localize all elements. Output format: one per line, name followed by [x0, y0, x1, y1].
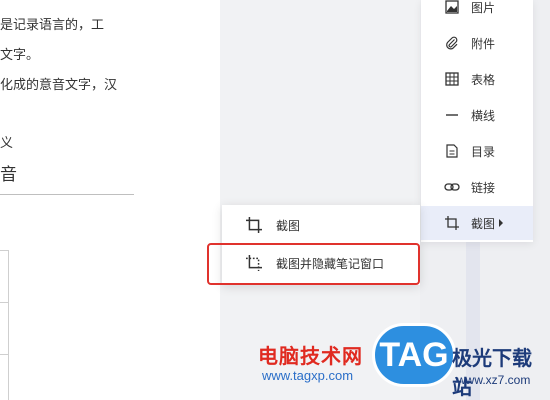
watermark-site-name: 极光下载站 — [452, 346, 532, 399]
menu-item-label: 附件 — [471, 36, 496, 51]
table-row-line — [0, 250, 8, 251]
table-row-line — [0, 302, 8, 303]
doc-text-line: 化成的意音文字，汉 — [0, 78, 118, 93]
crop-icon — [443, 214, 461, 232]
menu-item-table[interactable]: 表格 — [421, 62, 533, 96]
doc-text-line: 是记录语言的，工 — [0, 18, 105, 33]
submenu-item-screenshot[interactable]: 截图 — [222, 207, 420, 243]
menu-item-label: 目录 — [471, 144, 496, 159]
paperclip-icon — [443, 34, 461, 52]
menu-item-horizontal-line[interactable]: 横线 — [421, 98, 533, 132]
menu-item-image[interactable]: 图片 — [421, 0, 533, 24]
menu-item-link[interactable]: 链接 — [421, 170, 533, 204]
watermark-logo: TAG — [372, 323, 456, 387]
menu-item-label: 图片 — [471, 0, 496, 15]
highlight-annotation — [207, 243, 420, 285]
chevron-right-icon — [499, 219, 503, 227]
image-icon — [443, 0, 461, 16]
table-row-line — [0, 354, 8, 355]
table-icon — [443, 70, 461, 88]
doc-text-line: 义 — [0, 136, 14, 151]
watermark-title: 电脑技术网 — [258, 344, 363, 368]
doc-heading: 音 — [0, 165, 17, 185]
document-list-icon — [443, 142, 461, 160]
doc-divider — [0, 194, 134, 195]
menu-item-screenshot[interactable]: 截图 — [421, 206, 533, 240]
menu-item-label: 链接 — [471, 180, 496, 195]
doc-table — [0, 250, 9, 400]
submenu-item-label: 截图 — [276, 218, 301, 233]
link-icon — [443, 178, 461, 196]
menu-item-label: 截图 — [471, 216, 496, 231]
horizontal-line-icon — [443, 106, 461, 124]
menu-item-toc[interactable]: 目录 — [421, 134, 533, 168]
insert-menu: 图片 附件 表格 横线 目录 链接 截图 — [421, 0, 533, 242]
document-page[interactable]: 是记录语言的，工 文字。 化成的意音文字，汉 义 音 — [0, 0, 220, 400]
watermark-site-url: www.xz7.com — [457, 373, 531, 387]
crop-icon — [246, 217, 262, 233]
menu-item-label: 表格 — [471, 72, 496, 87]
watermark-url: www.tagxp.com — [262, 368, 354, 383]
menu-item-attachment[interactable]: 附件 — [421, 26, 533, 60]
menu-item-label: 横线 — [471, 108, 496, 123]
doc-text-line: 文字。 — [0, 48, 40, 63]
